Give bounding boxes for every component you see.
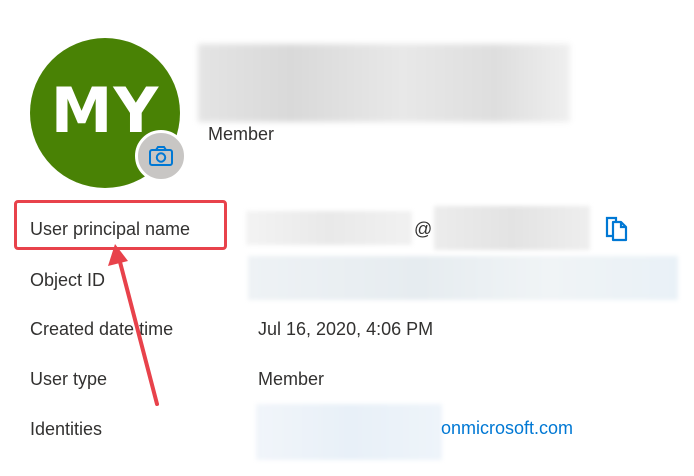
identities-redacted [256,404,442,460]
copy-icon [605,216,628,242]
user-type-value: Member [258,369,325,389]
created-date-label: Created date time [30,319,174,339]
identities-link[interactable]: onmicrosoft.com [441,418,573,439]
copy-upn-button[interactable] [604,214,630,242]
display-name-redacted [198,44,570,122]
camera-icon [149,146,173,166]
user-type-label: User type [30,369,108,389]
object-id-redacted [248,256,678,300]
object-id-label: Object ID [30,270,106,290]
identities-label: Identities [30,419,103,439]
change-photo-button[interactable] [135,130,187,182]
upn-label: User principal name [30,219,191,239]
user-type-subtitle: Member [208,124,275,144]
created-date-value: Jul 16, 2020, 4:06 PM [258,319,434,339]
upn-username-redacted [246,211,412,245]
upn-at-sign: @ [414,219,433,239]
upn-domain-redacted [434,206,590,250]
